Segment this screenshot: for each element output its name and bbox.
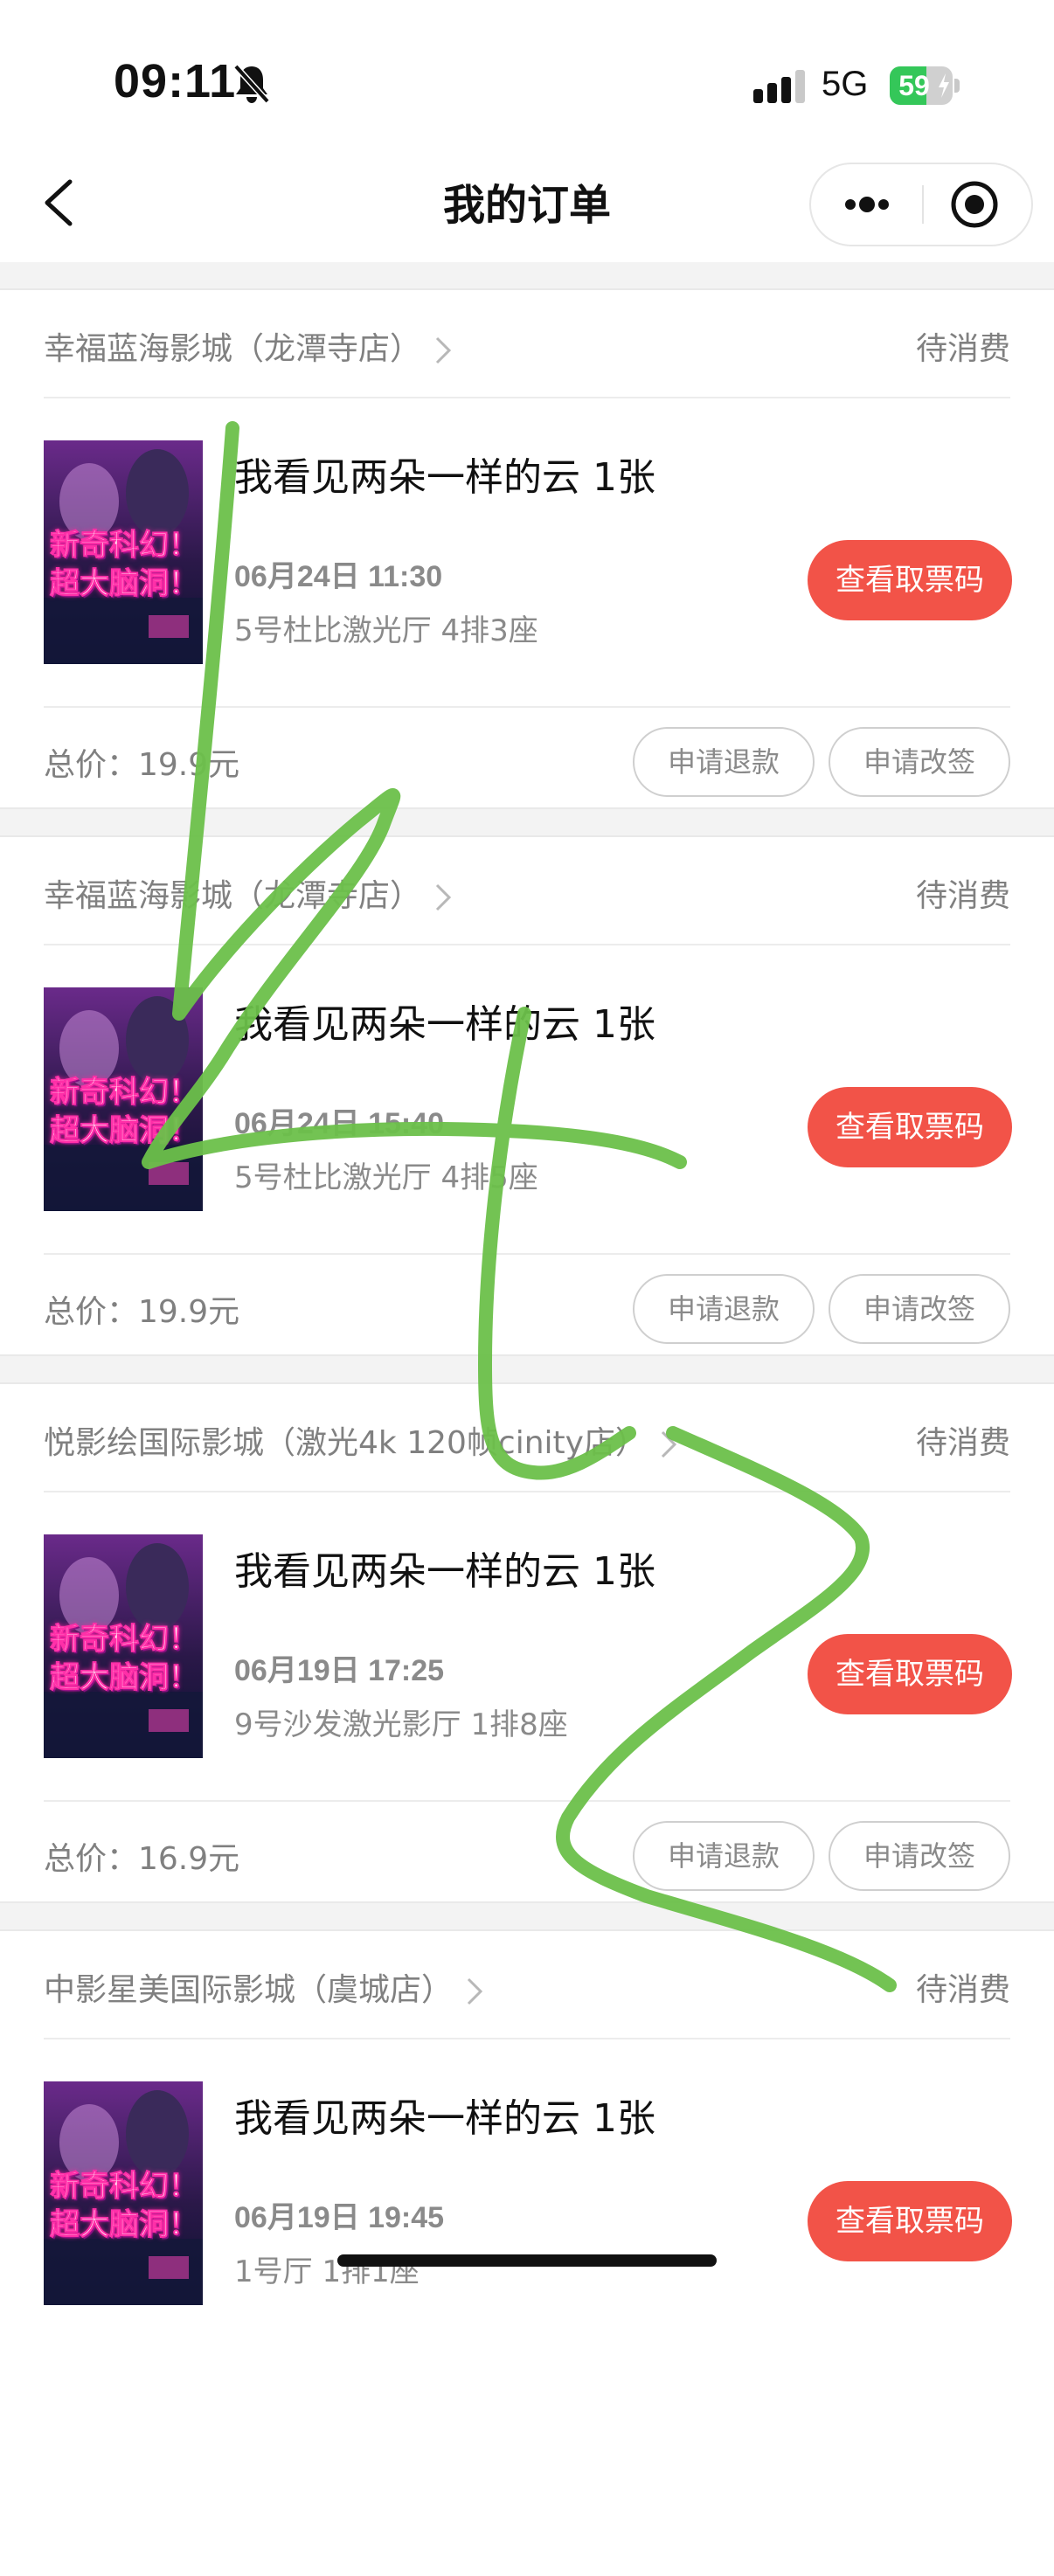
order-card: 中影星美国际影城（虞城店） 待消费 新奇科幻！超大脑洞！ 我看见两朵一样的云 1… <box>0 1929 1054 2576</box>
refund-button[interactable]: 申请退款 <box>633 1274 815 1344</box>
cinema-name: 幸福蓝海影城（龙潭寺店） <box>44 331 422 367</box>
top-bar: 09:11 5G 59 我的订单 <box>0 0 1054 262</box>
movie-title: 我看见两朵一样的云 1张 <box>234 455 655 500</box>
movie-title: 我看见两朵一样的云 1张 <box>234 1002 655 1047</box>
show-time: 06月19日 19:45 <box>234 2201 445 2234</box>
change-ticket-button[interactable]: 申请改签 <box>829 1821 1010 1891</box>
cinema-name: 中影星美国际影城（虞城店） <box>44 1972 454 2008</box>
view-ticket-code-button[interactable]: 查看取票码 <box>808 2181 1012 2261</box>
poster-tagline: 新奇科幻！超大脑洞！ <box>50 528 199 602</box>
cinema-row[interactable]: 悦影绘国际影城（激光4k 120帧cinity店） 待消费 <box>44 1384 1010 1492</box>
movie-title: 我看见两朵一样的云 1张 <box>234 2096 655 2141</box>
order-footer: 总价：19.9元 申请退款 申请改签 <box>44 1253 1010 1358</box>
change-ticket-button[interactable]: 申请改签 <box>829 727 1010 797</box>
order-status: 待消费 <box>915 1972 1010 2008</box>
order-status: 待消费 <box>915 878 1010 914</box>
order-card: 悦影绘国际影城（激光4k 120帧cinity店） 待消费 新奇科幻！超大脑洞！… <box>0 1382 1054 1903</box>
chevron-right-icon <box>661 1430 677 1458</box>
seat-info: 5号杜比激光厅 4排3座 <box>234 613 538 648</box>
change-ticket-button[interactable]: 申请改签 <box>829 1274 1010 1344</box>
status-time: 09:11 <box>114 55 237 107</box>
view-ticket-code-button[interactable]: 查看取票码 <box>808 1634 1012 1714</box>
more-dots-icon[interactable] <box>811 164 922 245</box>
poster-tagline: 新奇科幻！超大脑洞！ <box>50 1622 199 1696</box>
refund-button[interactable]: 申请退款 <box>633 727 815 797</box>
cinema-name: 幸福蓝海影城（龙潭寺店） <box>44 878 422 914</box>
movie-poster[interactable]: 新奇科幻！超大脑洞！ <box>44 1534 203 1758</box>
order-footer: 总价：16.9元 申请退款 申请改签 <box>44 1800 1010 1905</box>
view-ticket-code-button[interactable]: 查看取票码 <box>808 1087 1012 1167</box>
movie-title: 我看见两朵一样的云 1张 <box>234 1549 655 1594</box>
order-footer: 总价：19.9元 申请退款 申请改签 <box>44 706 1010 811</box>
battery-percent: 59 <box>898 70 930 101</box>
total-price: 总价：19.9元 <box>44 1294 240 1330</box>
charging-bolt-icon <box>939 73 949 98</box>
show-time: 06月24日 15:40 <box>234 1107 445 1140</box>
movie-poster[interactable]: 新奇科幻！超大脑洞！ <box>44 440 203 664</box>
seat-info: 5号杜比激光厅 4排5座 <box>234 1160 538 1195</box>
target-circle-icon[interactable] <box>924 164 1031 245</box>
movie-poster[interactable]: 新奇科幻！超大脑洞！ <box>44 2081 203 2305</box>
order-status: 待消费 <box>915 331 1010 367</box>
chevron-right-icon <box>435 883 452 911</box>
chevron-right-icon <box>467 1977 483 2005</box>
poster-tagline: 新奇科幻！超大脑洞！ <box>50 1075 199 1149</box>
cinema-row[interactable]: 中影星美国际影城（虞城店） 待消费 <box>44 1931 1010 2039</box>
miniprogram-capsule <box>809 163 1033 246</box>
order-status: 待消费 <box>915 1425 1010 1461</box>
refund-button[interactable]: 申请退款 <box>633 1821 815 1891</box>
cinema-name-link[interactable]: 幸福蓝海影城（龙潭寺店） <box>44 323 453 369</box>
cinema-name-link[interactable]: 幸福蓝海影城（龙潭寺店） <box>44 870 453 916</box>
total-price: 总价：16.9元 <box>44 1841 240 1877</box>
show-time: 06月19日 17:25 <box>234 1654 445 1687</box>
home-indicator <box>337 2254 717 2267</box>
cinema-name-link[interactable]: 悦影绘国际影城（激光4k 120帧cinity店） <box>44 1417 678 1463</box>
seat-info: 9号沙发激光影厅 1排8座 <box>234 1707 568 1742</box>
chevron-right-icon <box>435 336 452 364</box>
cinema-row[interactable]: 幸福蓝海影城（龙潭寺店） 待消费 <box>44 837 1010 945</box>
order-card: 幸福蓝海影城（龙潭寺店） 待消费 新奇科幻！超大脑洞！ 我看见两朵一样的云 1张… <box>0 835 1054 1356</box>
network-type: 5G <box>822 65 869 103</box>
bell-slash-icon <box>233 64 270 104</box>
cinema-name-link[interactable]: 中影星美国际影城（虞城店） <box>44 1964 484 2010</box>
show-time: 06月24日 11:30 <box>234 560 443 593</box>
total-price: 总价：19.9元 <box>44 747 240 783</box>
cinema-name: 悦影绘国际影城（激光4k 120帧cinity店） <box>44 1425 647 1461</box>
battery-indicator: 59 <box>890 66 961 105</box>
cellular-signal-icon <box>753 70 805 103</box>
cinema-row[interactable]: 幸福蓝海影城（龙潭寺店） 待消费 <box>44 290 1010 398</box>
poster-tagline: 新奇科幻！超大脑洞！ <box>50 2169 199 2243</box>
view-ticket-code-button[interactable]: 查看取票码 <box>808 540 1012 620</box>
movie-poster[interactable]: 新奇科幻！超大脑洞！ <box>44 987 203 1211</box>
order-card: 幸福蓝海影城（龙潭寺店） 待消费 新奇科幻！超大脑洞！ 我看见两朵一样的云 1张… <box>0 288 1054 809</box>
